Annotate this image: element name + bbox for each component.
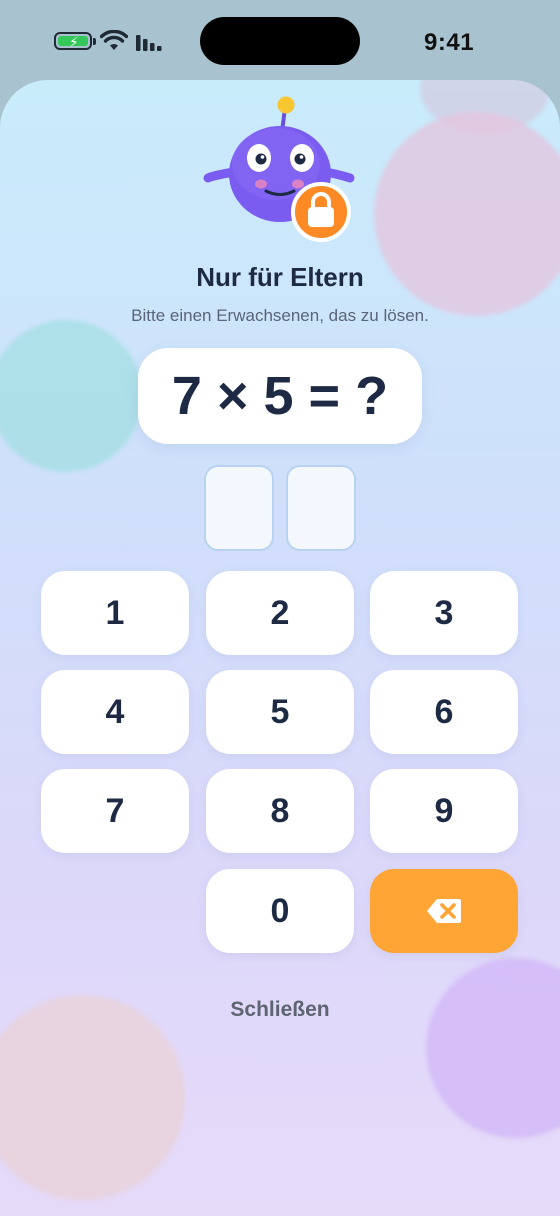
answer-digit-1 [204,465,274,551]
keypad-button-1[interactable]: 1 [41,571,189,655]
close-button[interactable]: Schließen [0,998,560,1022]
dynamic-island [200,17,360,65]
parental-gate-sheet: Nur für Eltern Bitte einen Erwachsenen, … [0,80,560,1216]
cellular-signal-icon [136,35,162,51]
decor-bubble [0,320,142,472]
status-time: 9:41 [424,29,475,56]
battery-icon: ⚡ [54,32,96,50]
keypad-button-9[interactable]: 9 [370,769,518,853]
robot-mascot-lock-icon [203,96,355,242]
wifi-icon [100,30,128,50]
keypad-button-4[interactable]: 4 [41,670,189,754]
decor-bubble [426,958,560,1138]
delete-button[interactable] [370,869,518,953]
status-bar: ⚡ 9:41 [0,0,560,80]
keypad-button-3[interactable]: 3 [370,571,518,655]
page-subtitle: Bitte einen Erwachsenen, das zu lösen. [131,306,429,325]
math-question: 7 × 5 = ? [138,348,422,444]
keypad-button-5[interactable]: 5 [206,670,354,754]
keypad-button-6[interactable]: 6 [370,670,518,754]
keypad-button-8[interactable]: 8 [206,769,354,853]
answer-digit-2 [286,465,356,551]
keypad-button-2[interactable]: 2 [206,571,354,655]
page-title: Nur für Eltern [196,262,364,292]
decor-bubble [0,995,185,1200]
keypad-button-0[interactable]: 0 [206,869,354,953]
backspace-icon [427,899,461,923]
keypad-button-7[interactable]: 7 [41,769,189,853]
